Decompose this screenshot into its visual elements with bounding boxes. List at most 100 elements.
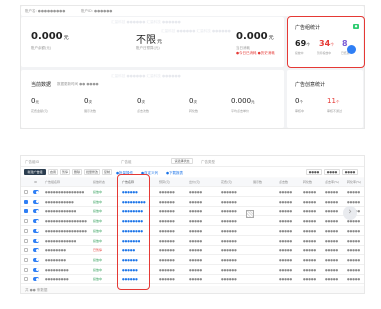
cell-budget: ●●●●●● bbox=[159, 199, 175, 204]
table-row[interactable]: ●●●●●●●●●●●●●●● 投放中 ●●●●●● ●●●●●● ●●●●● ●●●●●… bbox=[21, 188, 364, 197]
table-row[interactable]: ●●●●●●●●● 投放中 ●●●●●● ●●●●●● ●●●●● ●●●●●● ●●●●●… bbox=[21, 275, 364, 285]
cell-c1: ●●●●● bbox=[279, 219, 293, 224]
cell-spend: ●●●●●● bbox=[221, 267, 237, 272]
cell-status: 投放中 bbox=[93, 209, 103, 214]
copy-button[interactable]: 复制 bbox=[102, 169, 112, 175]
account-summary-card: 汇量科技 ●●●●●● 汇量科技 ●●●●●● 汇量科技 ●●●●●● 汇量科技… bbox=[21, 17, 284, 67]
cell-status: 投放中 bbox=[93, 199, 103, 204]
enable-button[interactable]: 启用 bbox=[48, 169, 58, 175]
row-toggle[interactable] bbox=[33, 209, 39, 214]
row-checkbox[interactable] bbox=[24, 238, 28, 243]
metric-cost-label: 花费金额(元) bbox=[31, 109, 49, 113]
row-checkbox[interactable] bbox=[24, 248, 28, 253]
tool-button-2[interactable]: ●●●● bbox=[324, 169, 340, 175]
delete-button[interactable]: 删除 bbox=[72, 169, 82, 175]
col-impressions[interactable]: 展示数 bbox=[253, 180, 262, 184]
row-checkbox[interactable] bbox=[24, 257, 28, 262]
cell-c3: ●●●●● bbox=[325, 248, 339, 253]
cell-status: 已暂停 bbox=[93, 248, 103, 253]
row-toggle[interactable] bbox=[33, 190, 39, 194]
row-toggle[interactable] bbox=[33, 219, 39, 224]
col-bid[interactable]: 出价(元) bbox=[189, 180, 200, 184]
cell-name: ●●●●●●●●●●●●●●●● bbox=[45, 219, 87, 224]
cell-bid: ●●●●● bbox=[189, 199, 203, 204]
row-checkbox[interactable] bbox=[24, 209, 28, 214]
cell-c4: ●●●●● bbox=[347, 248, 361, 253]
creative-rejected-label: 审核不通过 bbox=[327, 109, 343, 113]
table-row[interactable]: ●●●●●●●●●●●●投放中●●●●●●●●●●●●●●●●●●●●●●●●●… bbox=[21, 237, 364, 246]
row-toggle[interactable] bbox=[33, 199, 39, 204]
cell-bid: ●●●●● bbox=[189, 190, 203, 194]
cell-bid: ●●●●● bbox=[189, 248, 203, 253]
table-row[interactable]: ●●●●●●●● 已暂停 ●●●●● ●●●●●● ●●●●● ●●●●●● ●●●●● ●●… bbox=[21, 246, 364, 256]
row-toggle[interactable] bbox=[33, 257, 39, 262]
row-toggle[interactable] bbox=[33, 228, 39, 233]
cell-c3: ●●●●● bbox=[325, 238, 339, 243]
col-spend[interactable]: 花费(元) bbox=[221, 180, 232, 184]
row-checkbox[interactable] bbox=[24, 199, 28, 204]
row-toggle[interactable] bbox=[33, 238, 39, 243]
row-toggle[interactable] bbox=[33, 267, 39, 272]
account-name: 账户名: ●●●●●●●●● bbox=[25, 9, 66, 13]
cell-c3: ●●●●● bbox=[325, 257, 339, 262]
cell-name: ●●●●●●●● bbox=[45, 248, 66, 253]
col-clicks[interactable]: 点击数 bbox=[279, 180, 288, 184]
tool-button-1[interactable]: ●●●● bbox=[306, 169, 322, 175]
cell-c4: ●●●●● bbox=[347, 199, 361, 204]
cell-spend: ●●●●●● bbox=[221, 199, 237, 204]
table-row[interactable]: ●●●●●●●●●●●●●●●● 投放中 ●●●●●●●● ●●●●●● ●●●●● ●●… bbox=[21, 217, 364, 227]
table-row[interactable]: ●●●●●●●● 投放中 ●●●●●● ●●●●●● ●●●●● ●●●●●● ●●●●● ●… bbox=[21, 256, 364, 265]
cell-c1: ●●●●● bbox=[279, 199, 293, 204]
cell-c4: ●●●●● bbox=[347, 190, 361, 194]
status-select[interactable]: 请选择状态 bbox=[171, 158, 193, 164]
col-status[interactable]: 投放状态 bbox=[93, 180, 105, 184]
cell-c3: ●●●●● bbox=[325, 277, 339, 282]
col-budget[interactable]: 预算(元) bbox=[159, 180, 170, 184]
row-checkbox[interactable] bbox=[24, 228, 28, 233]
col-id[interactable]: ID bbox=[34, 180, 37, 184]
cell-c2: ●●●●● bbox=[303, 209, 317, 214]
metric-cpc: 0.000元 bbox=[231, 97, 255, 105]
cell-c4: ●●●●● bbox=[347, 228, 361, 233]
spend-note: ●今日已消耗 ●历史消耗 bbox=[236, 51, 275, 55]
adgroup-table: ID 广告组名称 投放状态 广告名称 预算(元) 出价(元) 花费(元) 展示数… bbox=[21, 178, 364, 286]
cell-c4: ●●●●● bbox=[347, 267, 361, 272]
download-report-link[interactable]: ●下载报表 bbox=[166, 171, 183, 176]
cell-budget: ●●●●●● bbox=[159, 248, 175, 253]
cell-c1: ●●●●● bbox=[279, 190, 293, 194]
tool-button-3[interactable]: ●●●● bbox=[342, 169, 358, 175]
filter-adgroup[interactable]: 广告组 bbox=[121, 160, 132, 165]
col-conversions[interactable]: 转化数 bbox=[303, 180, 312, 184]
row-checkbox[interactable] bbox=[24, 219, 28, 224]
col-cvr[interactable]: 转化率(%) bbox=[347, 180, 361, 184]
row-checkbox[interactable] bbox=[24, 190, 28, 194]
pause-button[interactable]: 暂停 bbox=[60, 169, 70, 175]
account-header: 账户名: ●●●●●●●●● 账户ID: ●●●●●● bbox=[21, 6, 364, 16]
col-ctr[interactable]: 点击率(%) bbox=[325, 180, 339, 184]
table-row[interactable]: ●●●●●●●●●●● 投放中 ●●●●●●●●● ●●●●●● ●●●●● ●●●●●●… bbox=[21, 198, 364, 207]
table-row[interactable]: ●●●●●●●●●●●●投放中●●●●●●●●●●●●●●●●●●●●●●●●●… bbox=[21, 207, 364, 217]
cell-c3: ●●●●● bbox=[325, 209, 339, 214]
col-adgroup-name[interactable]: 广告组名称 bbox=[45, 180, 60, 184]
row-toggle[interactable] bbox=[33, 277, 39, 282]
cell-budget: ●●●●●● bbox=[159, 257, 175, 262]
cell-budget: ●●●●●● bbox=[159, 219, 175, 224]
new-adgroup-button[interactable]: 新建广告组 bbox=[24, 169, 46, 175]
filter-ad-type[interactable]: 广告类型 bbox=[201, 160, 215, 165]
bulk-edit-button[interactable]: 批量修改 bbox=[84, 169, 100, 175]
cell-name: ●●●●●●●●●●●●●●● bbox=[45, 190, 85, 194]
toolbar: 新建广告组 启用 暂停 删除 批量修改 复制 ●批量操作 ●自定义列 ●下载报表… bbox=[21, 167, 364, 177]
metric-conversions: 0次 bbox=[189, 97, 197, 105]
cell-c2: ●●●●● bbox=[303, 277, 317, 282]
table-row[interactable]: ●●●●●●●●● 投放中 ●●●●●● ●●●●●● ●●●●● ●●●●●● ●●●●●… bbox=[21, 266, 364, 275]
today-data-card: 当前数据 数据更新时间 ●● ●●●● 汇量科技 ●●●●●● 汇量科技 ●●●… bbox=[21, 70, 284, 128]
row-checkbox[interactable] bbox=[24, 267, 28, 272]
row-toggle[interactable] bbox=[33, 248, 39, 253]
table-row[interactable]: ●●●●●●●●●●●●●●●● 投放中 ●●●●●●●● ●●●●●● ●●●●● ●●… bbox=[21, 227, 364, 236]
cell-budget: ●●●●●● bbox=[159, 267, 175, 272]
spend-value: 0.000元 bbox=[236, 31, 274, 42]
scroll-right-icon[interactable]: › bbox=[343, 206, 357, 220]
row-checkbox[interactable] bbox=[24, 277, 28, 282]
metric-cpc-label: 平均点击单价 bbox=[231, 109, 250, 113]
filter-adgroup-id[interactable]: 广告组ID bbox=[25, 160, 39, 165]
